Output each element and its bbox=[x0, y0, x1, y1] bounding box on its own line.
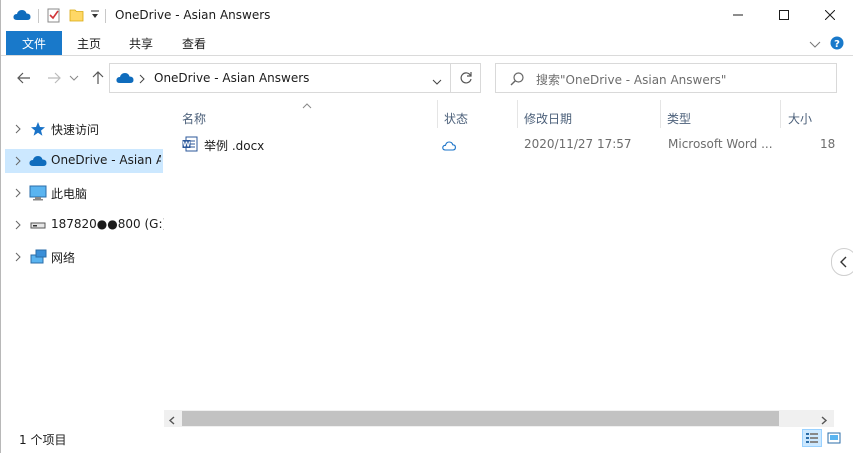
sort-ascending-icon bbox=[302, 98, 312, 112]
minimize-button[interactable] bbox=[715, 0, 761, 30]
svg-text:?: ? bbox=[834, 39, 840, 50]
onedrive-cloud-icon bbox=[116, 72, 134, 87]
item-count: 1 个项目 bbox=[19, 433, 67, 447]
window-title: OneDrive - Asian Answers bbox=[115, 8, 271, 22]
column-divider[interactable] bbox=[517, 100, 518, 128]
sidebar-item-network[interactable]: 网络 bbox=[5, 245, 163, 269]
details-view-button[interactable] bbox=[802, 429, 822, 447]
close-button[interactable] bbox=[807, 0, 853, 30]
refresh-icon bbox=[460, 72, 472, 84]
breadcrumb-separator-icon[interactable] bbox=[139, 73, 145, 87]
refresh-button[interactable] bbox=[451, 63, 481, 93]
sidebar-item-this-pc[interactable]: 此电脑 bbox=[5, 181, 163, 205]
onedrive-cloud-icon bbox=[29, 153, 47, 169]
file-name[interactable]: 举例 .docx bbox=[204, 137, 264, 154]
collapse-pane-button[interactable] bbox=[831, 248, 853, 276]
title-separator bbox=[105, 9, 106, 23]
sidebar-item-label: OneDrive - Asian A bbox=[51, 153, 161, 167]
file-modified: 2020/11/27 17:57 bbox=[524, 137, 632, 151]
status-bar: 1 个项目 bbox=[1, 427, 853, 449]
file-list: 名称 状态 修改日期 类型 大小 W 举例 .docx 2020/11/27 1… bbox=[164, 100, 853, 426]
column-header-status[interactable]: 状态 bbox=[444, 106, 468, 130]
cloud-status-icon bbox=[442, 140, 456, 154]
sidebar-item-label: 此电脑 bbox=[51, 187, 88, 201]
title-bar: OneDrive - Asian Answers bbox=[1, 0, 853, 31]
recent-locations-chevron-icon[interactable] bbox=[65, 69, 83, 87]
customize-toolbar-icon[interactable] bbox=[90, 9, 100, 24]
properties-icon[interactable] bbox=[47, 7, 61, 26]
drive-icon bbox=[29, 217, 47, 233]
expand-chevron-icon[interactable] bbox=[13, 123, 23, 135]
scroll-right-icon[interactable] bbox=[820, 414, 828, 428]
expand-chevron-icon[interactable] bbox=[13, 155, 23, 167]
maximize-button[interactable] bbox=[761, 0, 807, 30]
sidebar-item-drive-g[interactable]: 187820●●800 (G:) bbox=[5, 213, 167, 237]
forward-arrow-icon[interactable] bbox=[45, 69, 63, 87]
expand-ribbon-chevron-icon[interactable] bbox=[809, 38, 821, 52]
column-header-modified[interactable]: 修改日期 bbox=[524, 106, 572, 130]
new-folder-icon[interactable] bbox=[69, 8, 85, 25]
sidebar-item-label: 187820●●800 (G:) bbox=[51, 217, 168, 231]
scrollbar-thumb[interactable] bbox=[182, 411, 779, 426]
network-icon bbox=[29, 249, 47, 265]
explorer-window: OneDrive - Asian Answers 文件 主页 共享 查看 ? O… bbox=[0, 0, 853, 453]
horizontal-scrollbar[interactable] bbox=[164, 410, 834, 427]
navigation-pane: 快速访问 OneDrive - Asian A 此电脑 187820●●800 … bbox=[1, 100, 167, 426]
tab-view[interactable]: 查看 bbox=[172, 31, 216, 55]
back-arrow-icon[interactable] bbox=[15, 69, 33, 87]
tab-home[interactable]: 主页 bbox=[67, 31, 111, 55]
file-type: Microsoft Word ... bbox=[668, 137, 773, 151]
column-divider[interactable] bbox=[437, 100, 438, 128]
column-header-type[interactable]: 类型 bbox=[667, 106, 691, 130]
sidebar-item-quick-access[interactable]: 快速访问 bbox=[5, 117, 163, 141]
expand-chevron-icon[interactable] bbox=[13, 219, 23, 231]
file-size: 18 bbox=[820, 137, 836, 151]
quick-access-star-icon bbox=[29, 121, 47, 137]
sidebar-item-onedrive[interactable]: OneDrive - Asian A bbox=[5, 149, 163, 173]
sidebar-item-label: 网络 bbox=[51, 251, 76, 265]
search-icon bbox=[510, 72, 524, 89]
large-icons-view-icon bbox=[827, 432, 841, 444]
up-arrow-icon[interactable] bbox=[89, 69, 107, 87]
word-document-icon: W bbox=[182, 136, 198, 155]
large-icons-view-button[interactable] bbox=[824, 429, 844, 447]
column-header-name[interactable]: 名称 bbox=[182, 106, 206, 130]
svg-text:W: W bbox=[183, 141, 191, 149]
column-divider[interactable] bbox=[780, 100, 781, 128]
breadcrumb[interactable]: OneDrive - Asian Answers bbox=[154, 71, 309, 85]
column-divider[interactable] bbox=[660, 100, 661, 128]
expand-chevron-icon[interactable] bbox=[13, 187, 23, 199]
column-header-size[interactable]: 大小 bbox=[788, 106, 812, 130]
sidebar-item-label: 快速访问 bbox=[51, 123, 100, 137]
address-bar[interactable]: OneDrive - Asian Answers bbox=[109, 63, 451, 93]
address-history-chevron-icon[interactable] bbox=[432, 75, 442, 89]
details-view-icon bbox=[806, 433, 818, 443]
this-pc-icon bbox=[29, 185, 47, 201]
help-icon[interactable]: ? bbox=[830, 36, 844, 53]
navigation-bar: OneDrive - Asian Answers 搜索"OneDrive - A… bbox=[1, 56, 853, 100]
ribbon-tabs: 文件 主页 共享 查看 ? bbox=[1, 31, 853, 56]
chevron-left-icon bbox=[840, 256, 847, 268]
tab-share[interactable]: 共享 bbox=[119, 31, 163, 55]
search-input[interactable]: 搜索"OneDrive - Asian Answers" bbox=[495, 63, 837, 93]
expand-chevron-icon[interactable] bbox=[13, 251, 23, 263]
quick-access-separator bbox=[38, 9, 39, 23]
scroll-left-icon[interactable] bbox=[168, 414, 176, 428]
search-placeholder: 搜索"OneDrive - Asian Answers" bbox=[536, 73, 727, 87]
tab-file[interactable]: 文件 bbox=[6, 31, 62, 55]
onedrive-app-icon bbox=[13, 8, 31, 25]
